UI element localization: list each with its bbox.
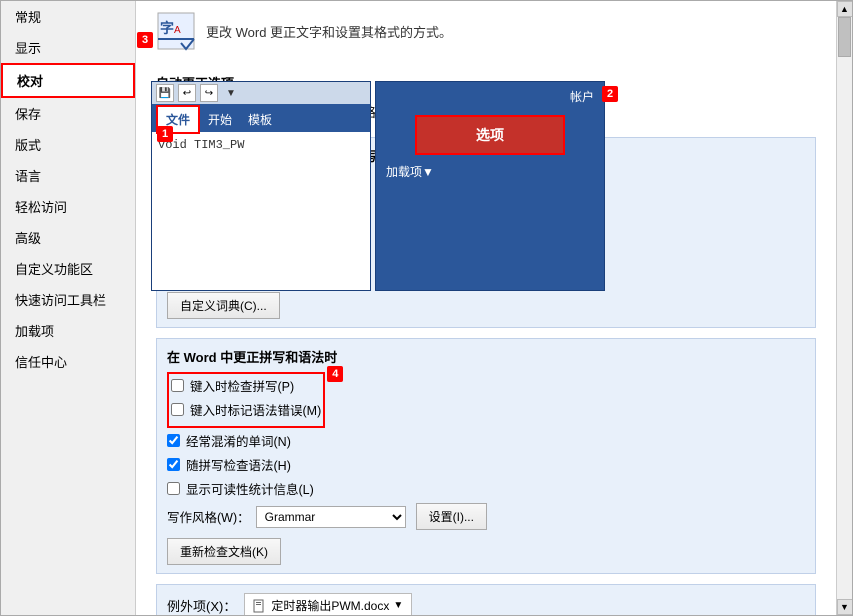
options-label: 选项 [476, 127, 504, 143]
word-overlay-popup: 💾 ↩ ↪ ▼ 文件 开始 模板 1 void TIM3_PW 帐户 [151, 81, 611, 301]
sidebar-item-display[interactable]: 显示 3 [1, 32, 135, 63]
header-description: 更改 Word 更正文字和设置其格式的方式。 [206, 22, 452, 41]
exceptions-label: 例外项(X)： [167, 596, 236, 615]
checkbox-show-readability: 显示可读性统计信息(L) [167, 479, 805, 498]
account-header: 帐户 [376, 82, 604, 111]
checkbox-check-spell-typing: 键入时检查拼写(P) [171, 376, 321, 395]
annotation-1-badge: 1 [157, 126, 173, 142]
sidebar-item-proofing[interactable]: 校对 [1, 63, 135, 98]
file-name: 定时器输出PWM.docx [271, 597, 389, 614]
header-section: 字 A 更改 Word 更正文字和设置其格式的方式。 [156, 11, 816, 59]
sidebar-item-accessibility[interactable]: 轻松访问 [1, 191, 135, 222]
start-tab[interactable]: 开始 [200, 107, 240, 132]
checkbox-check-grammar-spell: 随拼写检查语法(H) [167, 455, 805, 474]
checkbox-frequently-confused: 经常混淆的单词(N) [167, 431, 805, 450]
sidebar-item-trustcenter[interactable]: 信任中心 [1, 346, 135, 377]
redo-toolbar-icon[interactable]: ↪ [200, 84, 218, 102]
scrollbar[interactable]: ▲ ▼ [836, 1, 852, 615]
sidebar-item-addins[interactable]: 加载项 [1, 315, 135, 346]
word-proofing-title: 在 Word 中更正拼写和语法时 [167, 347, 805, 366]
sidebar-item-save[interactable]: 保存 [1, 98, 135, 129]
save-toolbar-icon[interactable]: 💾 [156, 84, 174, 102]
options-button-row: 选项 2 [376, 111, 604, 159]
dropdown-arrow-icon: ▼ [393, 600, 403, 611]
writing-style-label: 写作风格(W)： [167, 507, 250, 526]
proofing-icon: 字 A [156, 11, 196, 51]
word-toolbar-row: 💾 ↩ ↪ ▼ [152, 82, 370, 104]
sidebar-item-customize[interactable]: 自定义功能区 [1, 253, 135, 284]
scrollbar-thumb[interactable] [838, 17, 851, 57]
addins-label: 加载项▼ [386, 163, 434, 180]
svg-text:A: A [174, 25, 181, 36]
word-proofing-section: 在 Word 中更正拼写和语法时 4 键入时检查拼写(P) 键入时标记语法错误(… [156, 338, 816, 574]
addins-row[interactable]: 加载项▼ [376, 159, 604, 184]
writing-style-row: 写作风格(W)： Grammar 设置(I)... [167, 503, 805, 530]
scroll-down-arrow[interactable]: ▼ [837, 599, 853, 615]
scroll-up-arrow[interactable]: ▲ [837, 1, 853, 17]
account-label: 帐户 [570, 90, 594, 104]
settings-button[interactable]: 设置(I)... [416, 503, 487, 530]
svg-text:字: 字 [160, 20, 174, 36]
exceptions-row: 例外项(X)： 定时器输出PWM.docx ▼ [167, 593, 805, 615]
writing-style-select[interactable]: Grammar [256, 506, 406, 528]
checkbox-check-grammar-typing: 键入时标记语法错误(M) [171, 400, 321, 419]
options-main-button[interactable]: 选项 2 [415, 115, 565, 155]
word-content-area: void TIM3_PW [152, 132, 370, 290]
word-ribbon-tabs: 文件 开始 模板 1 [152, 104, 370, 132]
recheck-document-button[interactable]: 重新检查文档(K) [167, 538, 281, 565]
undo-toolbar-icon[interactable]: ↩ [178, 84, 196, 102]
annotation-3-badge: 3 [137, 32, 153, 48]
sidebar-item-layout[interactable]: 版式 [1, 129, 135, 160]
dropdown-more-icon[interactable]: ▼ [226, 88, 236, 99]
annotation-2-badge: 2 [602, 86, 618, 102]
scrollbar-track[interactable] [837, 17, 852, 599]
sidebar: 常规 显示 3 校对 保存 版式 语言 轻松访问 高级 自定义功能区 快速访问工… [1, 1, 136, 615]
spell-grammar-checkbox-group: 4 键入时检查拼写(P) 键入时标记语法错误(M) [167, 372, 325, 428]
file-selector-button[interactable]: 定时器输出PWM.docx ▼ [244, 593, 412, 615]
sidebar-item-quickaccess[interactable]: 快速访问工具栏 [1, 284, 135, 315]
word-options-panel: 帐户 选项 2 加载项▼ [375, 81, 605, 291]
template-tab[interactable]: 模板 [240, 107, 280, 132]
exceptions-section: 例外项(X)： 定时器输出PWM.docx ▼ 只隐藏此文档中的拼写错误(S) [156, 584, 816, 615]
annotation-4-badge: 4 [327, 366, 343, 382]
sidebar-item-language[interactable]: 语言 [1, 160, 135, 191]
document-icon [253, 599, 267, 613]
sidebar-item-general[interactable]: 常规 [1, 1, 135, 32]
word-file-panel: 💾 ↩ ↪ ▼ 文件 开始 模板 1 void TIM3_PW [151, 81, 371, 291]
sidebar-item-advanced[interactable]: 高级 [1, 222, 135, 253]
word-options-dialog: 常规 显示 3 校对 保存 版式 语言 轻松访问 高级 自定义功能区 快速访问工… [0, 0, 853, 616]
